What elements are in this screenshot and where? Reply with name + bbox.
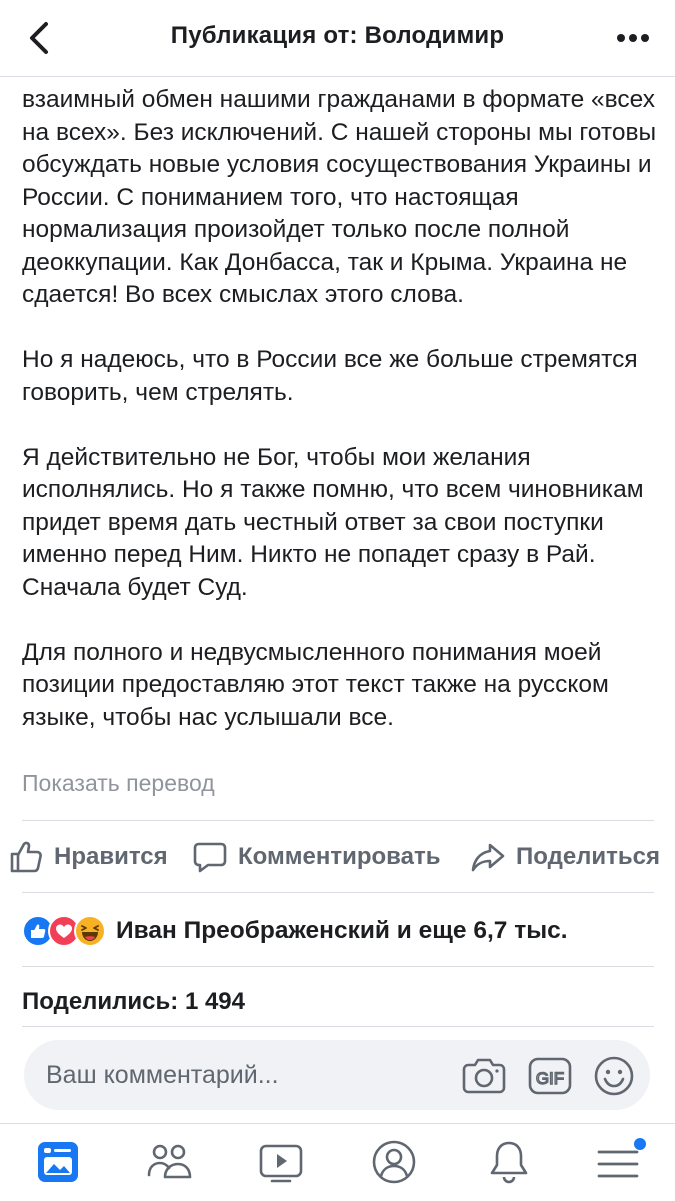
svg-text:GIF: GIF (536, 1069, 564, 1088)
reactions-summary[interactable]: Иван Преображенский и еще 6,7 тыс. (22, 908, 568, 954)
comment-input[interactable] (46, 1058, 446, 1092)
gif-icon: GIF (528, 1057, 572, 1095)
page-title: Публикация от: Володимир (170, 22, 505, 49)
tab-watch[interactable] (253, 1136, 309, 1188)
more-button[interactable] (613, 26, 653, 50)
comment-composer: GIF (24, 1040, 650, 1110)
divider (22, 892, 654, 893)
emoji-icon (594, 1056, 634, 1096)
comment-label: Комментировать (238, 843, 441, 870)
post-body: взаимный обмен нашими гражданами в форма… (22, 84, 662, 734)
tab-profile[interactable] (366, 1136, 422, 1188)
post-paragraph: Для полного и недвусмысленного понимания… (22, 638, 609, 731)
tab-menu[interactable] (592, 1136, 648, 1188)
reactions-text: Иван Преображенский и еще 6,7 тыс. (116, 917, 568, 944)
divider (22, 1026, 654, 1027)
show-translation-link[interactable]: Показать перевод (22, 770, 215, 797)
tab-news-feed[interactable] (30, 1136, 86, 1188)
camera-button[interactable] (460, 1053, 508, 1102)
emoji-button[interactable] (592, 1053, 636, 1102)
thumbs-up-icon (10, 841, 42, 873)
watch-icon (259, 1144, 303, 1183)
groups-icon (147, 1144, 192, 1179)
like-button[interactable]: Нравится (8, 822, 168, 892)
share-arrow-icon (471, 843, 505, 872)
notifications-icon (490, 1141, 528, 1184)
bottom-tab-bar (0, 1123, 675, 1201)
tab-notifications[interactable] (481, 1136, 537, 1188)
news-feed-icon (38, 1142, 78, 1182)
post-paragraph: Я действительно не Бог, чтобы мои желани… (22, 443, 644, 601)
like-label: Нравится (54, 843, 168, 870)
header-bar: Публикация от: Володимир (0, 0, 675, 77)
more-dots-icon (617, 34, 649, 42)
divider (22, 820, 654, 821)
divider (22, 966, 654, 967)
profile-icon (372, 1140, 416, 1184)
post-paragraph: Но я надеюсь, что в России все же больше… (22, 346, 638, 406)
haha-reaction-icon (74, 915, 106, 947)
tab-groups[interactable] (141, 1136, 197, 1188)
post-paragraph: взаимный обмен нашими гражданами в форма… (22, 86, 657, 308)
post-actions: Нравится Комментировать Поделиться (0, 822, 675, 892)
share-button[interactable]: Поделиться (470, 822, 660, 892)
shares-count[interactable]: Поделились: 1 494 (22, 988, 245, 1016)
menu-icon (597, 1138, 646, 1178)
share-label: Поделиться (516, 843, 661, 870)
comment-bubble-icon (193, 842, 227, 873)
reaction-icons (22, 915, 112, 947)
camera-icon (462, 1058, 506, 1094)
gif-button[interactable]: GIF (526, 1053, 574, 1102)
comment-button[interactable]: Комментировать (192, 822, 440, 892)
